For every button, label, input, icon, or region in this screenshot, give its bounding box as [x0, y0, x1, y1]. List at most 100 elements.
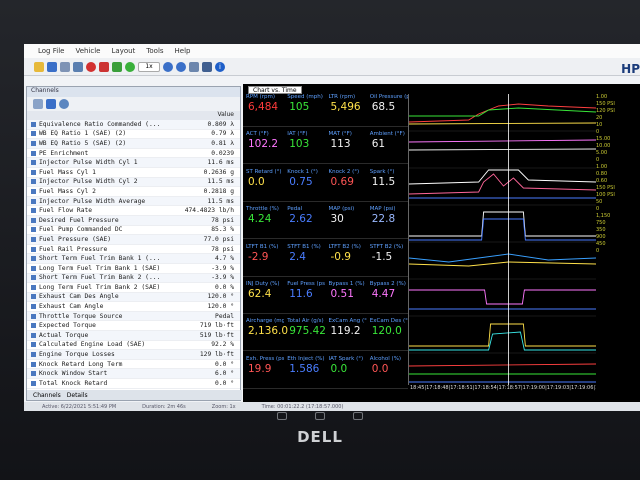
zoom-out-icon[interactable] [176, 61, 186, 72]
gauge-cell[interactable]: ExCam Ang (°) 119.2 [326, 318, 367, 351]
channel-row[interactable]: Injector Pulse Width Average 11.5 ms [27, 196, 240, 207]
gauge-cell[interactable]: Exh. Press (psi) 19.9 [243, 356, 284, 389]
channel-row[interactable]: Fuel Mass Cyl 1 0.2636 g [27, 168, 240, 178]
menu-vehicle[interactable]: Vehicle [75, 47, 100, 55]
gauge-cell[interactable]: ACT (°F) 102.2 [243, 131, 284, 164]
time-axis: 18:45|17:18:48|17:18:51|17:18:54|17:18:5… [408, 385, 596, 393]
gauge-cell[interactable]: RPM (rpm) 6,484 [243, 94, 284, 127]
app-window: Log File Vehicle Layout Tools Help 1x i … [24, 44, 640, 411]
menu-log-file[interactable]: Log File [38, 47, 64, 55]
channel-row[interactable]: Equivalence Ratio Commanded (... 0.809 λ [27, 120, 240, 130]
tab-channels[interactable]: Channels [33, 392, 61, 399]
speed-select[interactable]: 1x [138, 61, 160, 72]
save-icon[interactable] [47, 61, 57, 72]
channel-row[interactable]: Injector Pulse Width Cyl 1 11.6 ms [27, 158, 240, 168]
channel-row[interactable]: Fuel Pump Commanded DC 85.3 % [27, 226, 240, 236]
channel-row[interactable]: Engine Torque Losses 129 lb·ft [27, 350, 240, 360]
disconnect-icon[interactable] [73, 61, 83, 72]
gauge-cell[interactable]: Fuel Press (psi) 11.6 [284, 281, 325, 314]
channel-row[interactable]: Long Term Fuel Trim Bank 1 (SAE) -3.9 % [27, 264, 240, 274]
channel-icon [31, 304, 36, 310]
gauge-cell[interactable]: Knock 1 (°) 0.75 [284, 169, 325, 202]
gauge-cell[interactable]: Eth Inject (%) 1.586 [284, 356, 325, 389]
info-icon[interactable]: i [215, 61, 225, 72]
gauge-cell[interactable]: Aircharge (mg) 2,136.0 [243, 318, 288, 351]
channel-row[interactable]: Fuel Pressure (SAE) 77.0 psi [27, 235, 240, 245]
gauge-label: ACT (°F) [246, 131, 269, 138]
channel-icon [31, 361, 36, 367]
menu-tools[interactable]: Tools [146, 47, 163, 55]
gauge-cell[interactable]: LTR (rpm) 5,496 [326, 94, 367, 127]
channel-row[interactable]: Short Term Fuel Trim Bank 2 (... -3.9 % [27, 273, 240, 284]
channel-row[interactable]: Throttle Torque Source Pedal [27, 311, 240, 322]
channel-row[interactable]: WB EQ Ratio 5 (SAE) (2) 0.81 λ [27, 139, 240, 149]
value-column-header[interactable]: Value [27, 111, 240, 120]
gauge-cell[interactable]: Ambient (°F) 61 [367, 131, 408, 164]
open-icon[interactable] [34, 61, 44, 72]
tab-chart-vs-time[interactable]: Chart vs. Time [248, 86, 302, 94]
record-icon[interactable] [86, 61, 96, 72]
stop-icon[interactable] [99, 61, 109, 72]
gauge-cell[interactable]: LTFT B1 (%) -2.9 [243, 244, 284, 277]
channel-row[interactable]: PE Enrichment 0.0239 [27, 149, 240, 159]
channel-row[interactable]: Short Term Fuel Trim Bank 1 (... 4.7 % [27, 254, 240, 264]
channel-row[interactable]: Expected Torque 719 lb·ft [27, 321, 240, 332]
channel-row[interactable]: Fuel Mass Cyl 2 0.2818 g [27, 187, 240, 197]
gauge-cell[interactable]: Bypass 1 (%) 0.51 [326, 281, 367, 314]
gauge-cell[interactable]: Pedal 2.62 [284, 206, 325, 239]
gauge-cell[interactable]: Oil Pressure (psi)68.5 [367, 94, 408, 127]
play-icon[interactable] [125, 61, 135, 72]
gauge-value: 19.9 [248, 362, 272, 375]
gauge-cell[interactable]: ExCam Des (°) 120.0 [367, 318, 408, 351]
gauge-cell[interactable]: STFT B1 (%) 2.4 [284, 244, 325, 277]
channel-value: 474.4823 lb/h [184, 207, 234, 215]
gauge-cell[interactable]: Knock 2 (°) 0.69 [326, 169, 367, 202]
gauge-cell[interactable]: Total Air (g/s) 975.42 [284, 318, 326, 351]
dell-logo: DELL [297, 428, 343, 446]
channel-row[interactable]: Calculated Engine Load (SAE) 92.2 % [27, 341, 240, 351]
channel-save-icon[interactable] [46, 99, 56, 109]
bookmark-icon[interactable] [112, 61, 122, 72]
app-logo: HP [621, 62, 640, 76]
chart-icon[interactable] [189, 61, 199, 72]
gauge-cell[interactable]: ST Retard (°) 0.0 [243, 169, 284, 202]
gauge-cell[interactable]: MAP (psi) 22.8 [367, 206, 408, 239]
gauge-cell[interactable]: Bypass 2 (%) 4.47 [367, 281, 408, 314]
channel-row[interactable]: Knock Retard Long Term 0.0 ° [27, 360, 240, 370]
menu-help[interactable]: Help [175, 47, 191, 55]
channel-folder-icon[interactable] [33, 99, 43, 109]
zoom-in-icon[interactable] [163, 61, 173, 72]
channel-value: 6.0 ° [215, 370, 234, 378]
channel-row[interactable]: Long Term Fuel Trim Bank 2 (SAE) 0.0 % [27, 283, 240, 293]
gauge-cell[interactable]: Throttle (%) 4.24 [243, 206, 284, 239]
channel-name: Calculated Engine Load (SAE) [39, 341, 146, 349]
gauge-cell[interactable]: MAP (psi) 30 [326, 206, 367, 239]
time-plot[interactable] [408, 94, 596, 393]
channel-settings-icon[interactable] [59, 99, 69, 109]
gauge-cell[interactable]: MAT (°F) 113 [326, 131, 367, 164]
channel-value: 120.0 ° [207, 303, 234, 311]
channel-row[interactable]: Exhaust Cam Angle 120.0 ° [27, 302, 240, 312]
gauge-cell[interactable]: IAT Spark (°) 0.0 [326, 356, 367, 389]
gauge-cell[interactable]: Alcohol (%) 0.0 [367, 356, 408, 389]
channel-row[interactable]: Actual Torque 519 lb·ft [27, 331, 240, 341]
gauge-cell[interactable]: INJ Duty (%) 62.4 [243, 281, 284, 314]
channel-row[interactable]: Exhaust Cam Des Angle 120.0 ° [27, 292, 240, 303]
gauge-cell[interactable]: Speed (mph) 105 [284, 94, 325, 127]
channel-row[interactable]: Fuel Flow Rate 474.4823 lb/h [27, 206, 240, 216]
channel-icon [31, 294, 36, 300]
tab-details[interactable]: Details [67, 392, 88, 399]
channel-row[interactable]: Injector Pulse Width Cyl 2 11.5 ms [27, 177, 240, 188]
layout-icon[interactable] [202, 61, 212, 72]
channel-row[interactable]: Knock Window Start 6.0 ° [27, 369, 240, 380]
channel-row[interactable]: Fuel Rail Pressure 78 psi [27, 245, 240, 255]
menu-layout[interactable]: Layout [112, 47, 136, 55]
channel-row[interactable]: Desired Fuel Pressure 78 psi [27, 215, 240, 226]
vehicle-icon[interactable] [60, 61, 70, 72]
channel-row[interactable]: WB EQ Ratio 1 (SAE) (2) 0.79 λ [27, 130, 240, 140]
gauge-cell[interactable]: IAT (°F) 103 [284, 131, 325, 164]
channel-row[interactable]: Total Knock Retard 0.0 ° [27, 379, 240, 389]
gauge-cell[interactable]: LTFT B2 (%) -0.9 [326, 244, 367, 277]
gauge-cell[interactable]: Spark (°) 11.5 [367, 169, 408, 202]
gauge-cell[interactable]: STFT B2 (%) -1.5 [367, 244, 408, 277]
